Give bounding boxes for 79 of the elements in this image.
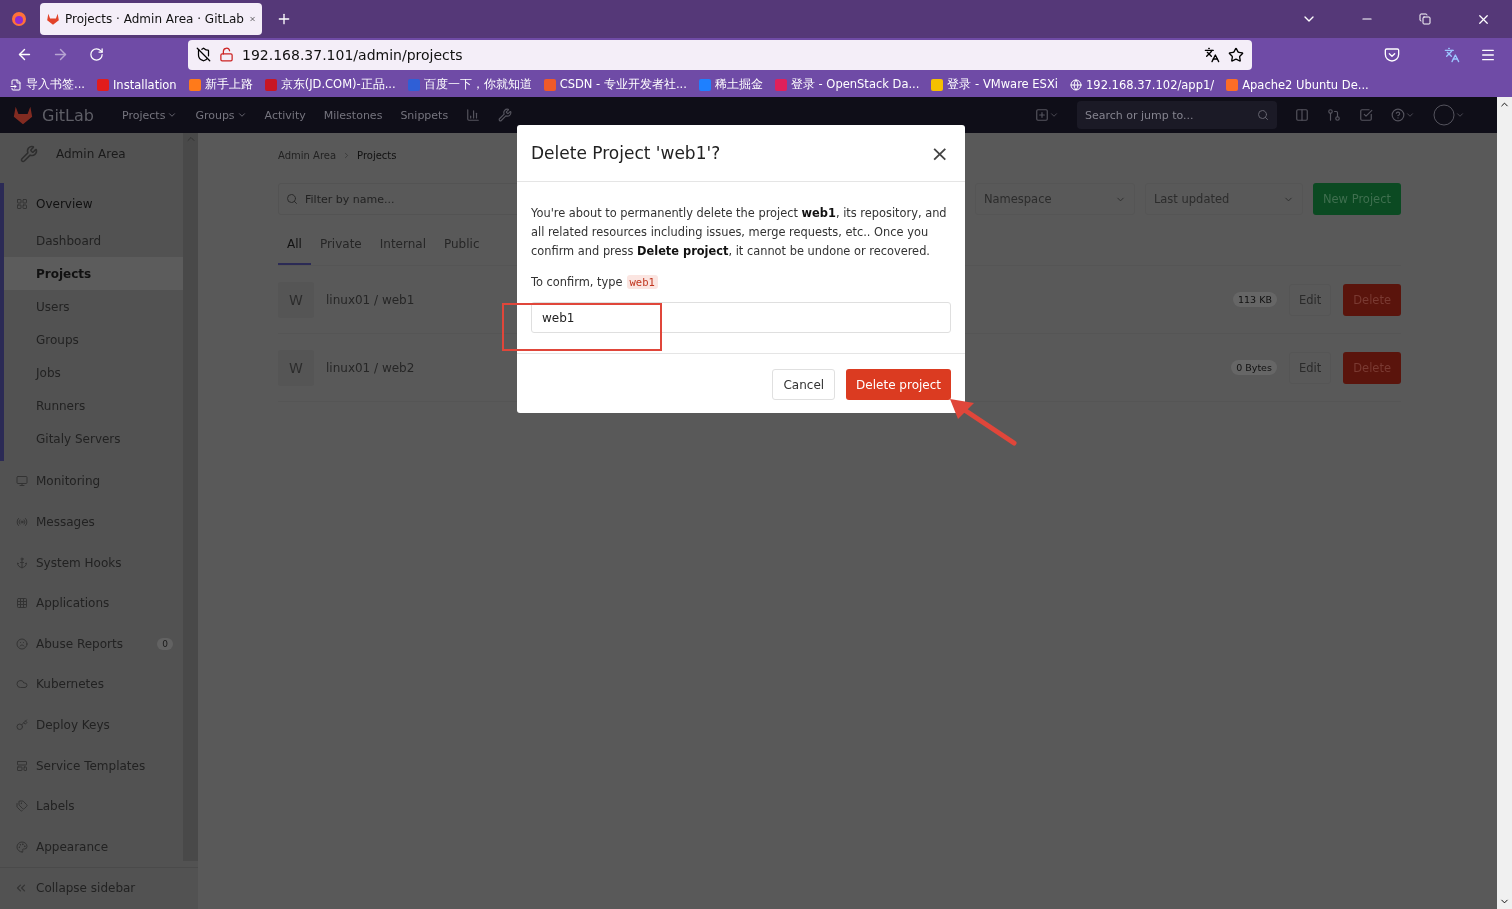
site-icon [543, 78, 556, 91]
todo-icon[interactable] [1359, 108, 1373, 123]
site-icon [96, 78, 109, 91]
sidebar-item-icon [16, 597, 28, 610]
site-icon [407, 78, 420, 91]
warning-message: You're about to permanently delete the project web1, its repository, and all related resources including issues, merge requests, etc.. Once you confirm and press Delete project, it cannot be undone or recovered. [531, 205, 948, 261]
nav-link[interactable]: Milestones [323, 108, 383, 122]
star-icon[interactable] [1228, 46, 1244, 63]
bookmark-link[interactable]: Apache2 Ubuntu De... [1226, 77, 1369, 92]
sidebar-item[interactable]: Overview [4, 183, 183, 225]
avatar-icon[interactable] [1433, 104, 1455, 127]
sidebar-title: Admin Area [56, 147, 126, 162]
panel-icon[interactable] [1295, 108, 1309, 123]
help-icon[interactable] [1391, 108, 1405, 123]
sidebar-item-icon [16, 759, 28, 772]
browser-tab[interactable]: Projects · Admin Area · GitLab [40, 3, 262, 36]
bookmark-link[interactable]: 百度一下，你就知道 [407, 77, 532, 93]
bookmark-link[interactable]: 新手上路 [188, 77, 253, 93]
browser-logo-icon[interactable] [11, 11, 27, 28]
close-button[interactable]: × [928, 140, 951, 166]
confirm-prompt: To confirm, type [531, 275, 623, 290]
bookmark-link[interactable]: 192.168.37.102/app1/ [1070, 77, 1215, 92]
sidebar-item-icon [16, 840, 28, 853]
plus-square-icon[interactable] [1035, 108, 1049, 123]
reload-icon[interactable] [88, 47, 104, 63]
count-badge: 0 [157, 637, 173, 650]
wrench-icon [20, 145, 38, 164]
pocket-icon[interactable] [1384, 46, 1400, 63]
delete-project-button[interactable]: Delete project [846, 369, 951, 401]
sidebar-item-icon [16, 475, 28, 488]
project-code: web1 [626, 275, 658, 290]
shield-icon [196, 47, 211, 63]
site-icon [264, 78, 277, 91]
dialog-title: Delete Project 'web1'? [531, 143, 721, 164]
site-icon [188, 78, 201, 91]
sidebar-item-icon [16, 515, 28, 528]
search-icon [1257, 109, 1269, 122]
cancel-button[interactable]: Cancel [772, 369, 836, 401]
sidebar-subitem[interactable]: Projects [4, 257, 183, 291]
merge-request-icon[interactable] [1327, 108, 1341, 123]
import-icon [10, 78, 22, 91]
bookmark-link[interactable]: 登录 - VMware ESXi [931, 77, 1058, 93]
breadcrumb-link[interactable]: Projects [357, 149, 397, 161]
search-icon [286, 193, 298, 206]
sidebar-item-icon [16, 678, 28, 691]
filter-tab[interactable]: All [278, 227, 311, 266]
nav-link[interactable]: Activity [264, 108, 306, 122]
chart-icon[interactable] [466, 108, 481, 123]
site-icon [931, 78, 944, 91]
search-field[interactable]: Search or jump to... [1077, 101, 1277, 130]
translate-icon[interactable] [1204, 46, 1220, 63]
sidebar-item-icon [16, 556, 28, 569]
wrench-icon[interactable] [498, 108, 513, 123]
nav-link[interactable]: Snippets [400, 108, 449, 122]
bookmark-link[interactable]: 稀土掘金 [698, 77, 763, 93]
bookmark-link[interactable]: 京东(JD.COM)-正品... [264, 77, 396, 93]
restore-icon[interactable] [1419, 13, 1431, 26]
globe-icon [1070, 78, 1082, 91]
url-text: 192.168.37.101/admin/projects [242, 46, 464, 63]
bookmark-link[interactable]: 登录 - OpenStack Da... [774, 77, 920, 93]
size-label: 0 Bytes [1231, 360, 1277, 376]
sidebar-item-icon [16, 800, 28, 813]
fox-icon [46, 12, 60, 27]
site-icon [698, 78, 711, 91]
sidebar-item-icon [16, 718, 28, 731]
confirm-input[interactable]: web1 [531, 302, 951, 334]
bookmark-link[interactable]: 导入书签... [10, 77, 85, 93]
sidebar-item-icon [16, 197, 28, 210]
nav-link[interactable]: Projects [122, 108, 178, 122]
size-label: 113 KB [1233, 292, 1277, 308]
bookmark-link[interactable]: Installation [96, 77, 177, 92]
nav-link[interactable]: Groups [195, 108, 247, 122]
sidebar-item-icon [16, 637, 28, 650]
brand-name[interactable]: GitLab [42, 105, 94, 125]
lock-icon [219, 47, 234, 63]
address-bar[interactable]: 192.168.37.101/admin/projects [188, 39, 1252, 70]
bookmark-link[interactable]: CSDN - 专业开发者社... [543, 77, 687, 93]
site-icon [1226, 78, 1239, 91]
site-icon [774, 78, 787, 91]
